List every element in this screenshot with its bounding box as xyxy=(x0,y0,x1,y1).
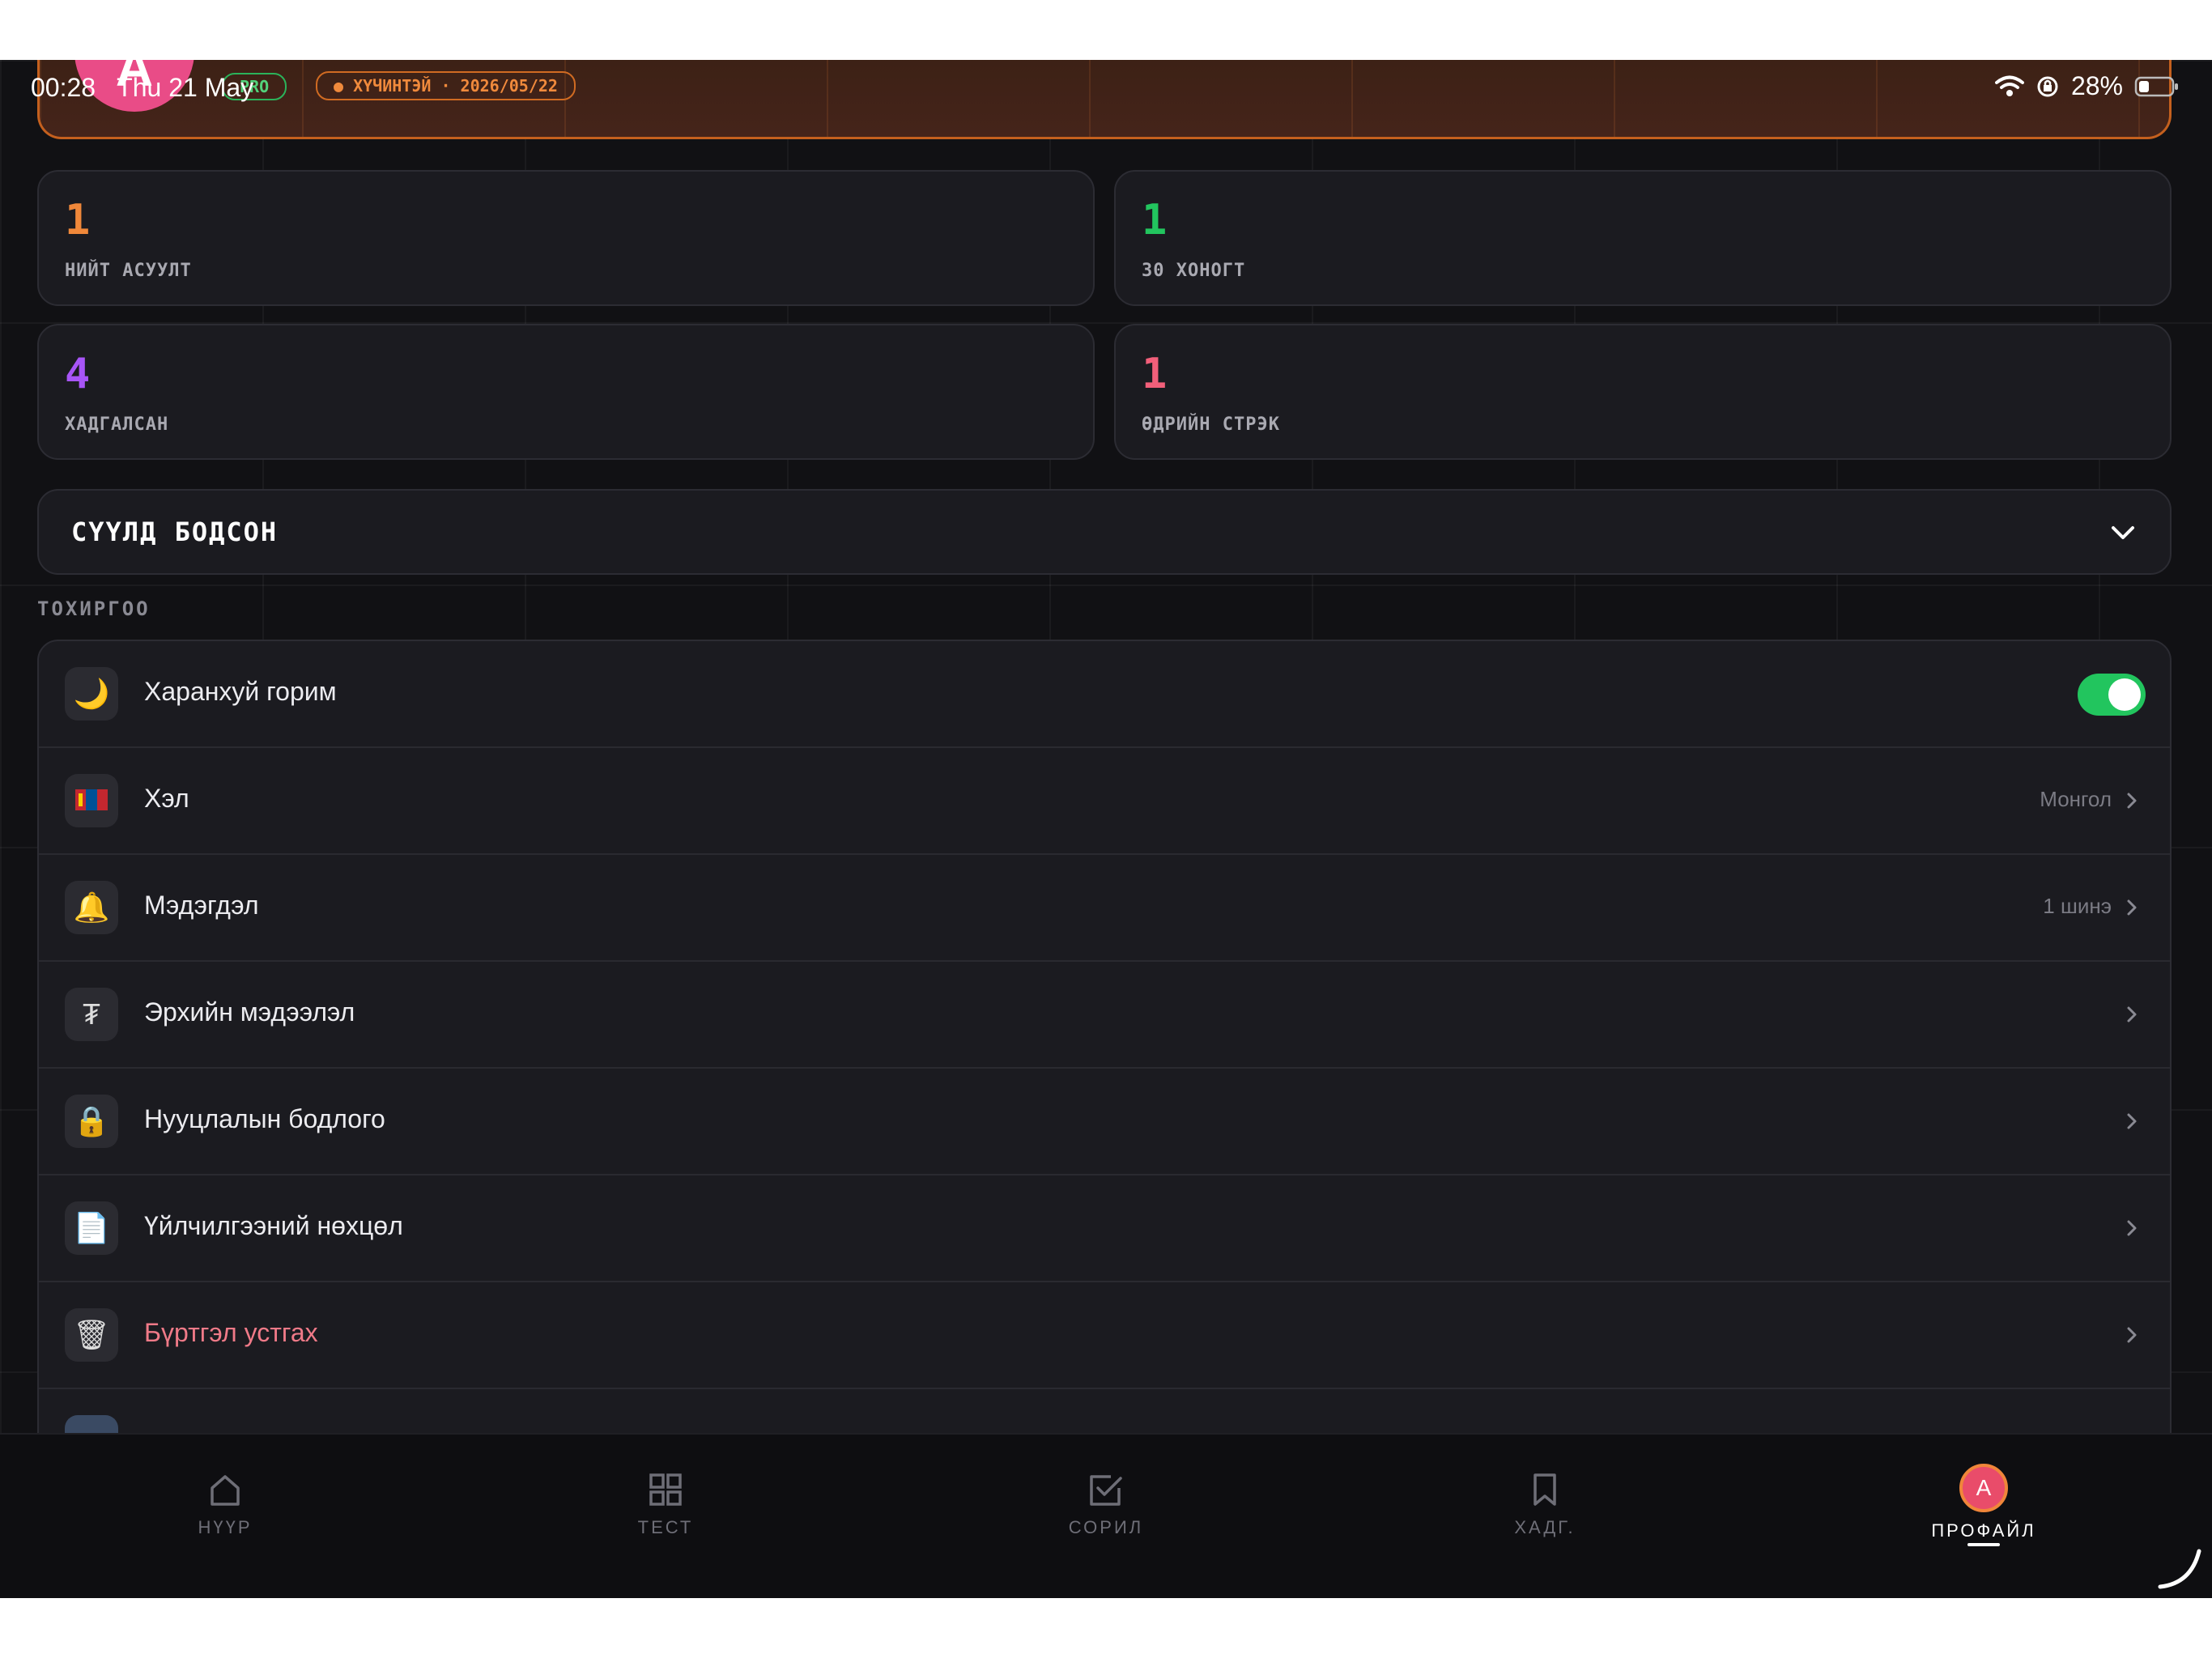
status-time: 00:28 xyxy=(31,73,96,102)
battery-icon xyxy=(2134,76,2178,96)
mongolia-flag-icon xyxy=(75,789,108,810)
toggle-knob xyxy=(2108,678,2141,711)
stat-label: ХАДГАЛСАН xyxy=(65,414,169,435)
stat-value: 1 xyxy=(1142,350,1168,398)
tab-test[interactable]: ТЕСТ xyxy=(585,1470,747,1538)
stat-card-daily-streak: 1 ӨДРИЙН СТРЭК xyxy=(1114,324,2172,460)
chevron-right-icon xyxy=(2127,1220,2137,1236)
chevron-right-icon xyxy=(2127,1006,2137,1022)
tugrik-icon: ₮ xyxy=(65,988,118,1041)
bell-icon: 🔔 xyxy=(65,881,118,934)
row-label: Үйлчилгээний нөхцөл xyxy=(144,1211,403,1240)
row-value: Монгол xyxy=(2040,787,2112,811)
stat-card-30-days: 1 30 ХОНОГТ xyxy=(1114,170,2172,306)
stat-value: 1 xyxy=(65,196,91,244)
subscription-status-badge: ● ХҮЧИНТЭЙ · 2026/05/22 xyxy=(316,71,576,100)
rotation-lock-icon xyxy=(2037,76,2058,96)
flag-icon xyxy=(65,774,118,827)
settings-row-privacy-policy[interactable]: 🔒 Нууцлалын бодлого xyxy=(39,1069,2170,1175)
tab-label: ПРОФАЙЛ xyxy=(1931,1520,2036,1541)
avatar: A xyxy=(1959,1464,2008,1512)
stat-label: 30 ХОНОГТ xyxy=(1142,261,1246,281)
chevron-right-icon xyxy=(2127,793,2137,809)
settings-row-language[interactable]: Хэл Монгол xyxy=(39,748,2170,855)
lock-icon: 🔒 xyxy=(65,1095,118,1148)
settings-row-delete-account[interactable]: 🗑 Бүртгэл устгах xyxy=(39,1282,2170,1389)
tab-profile[interactable]: A ПРОФАЙЛ xyxy=(1903,1464,2065,1541)
chevron-right-icon xyxy=(2127,899,2137,916)
stat-label: НИЙТ АСУУЛТ xyxy=(65,261,192,281)
status-date: Thu 21 May xyxy=(117,73,254,102)
stat-label: ӨДРИЙН СТРЭК xyxy=(1142,414,1280,435)
row-value: 1 шинэ xyxy=(2043,894,2112,918)
dark-mode-toggle[interactable] xyxy=(2078,674,2146,716)
chevron-right-icon xyxy=(2127,1113,2137,1129)
grid-icon xyxy=(649,1473,682,1506)
row-label: Эрхийн мэдээлэл xyxy=(144,997,355,1027)
scroll-indicator-arc xyxy=(2158,1549,2201,1589)
tab-exam[interactable]: СОРИЛ xyxy=(1025,1470,1187,1538)
checkbox-icon xyxy=(1090,1475,1122,1506)
status-bar-left: 00:28 Thu 21 May xyxy=(31,73,253,103)
settings-section-title: ТОХИРГОО xyxy=(37,597,151,620)
recently-solved-section[interactable]: СҮҮЛД БОДСОН xyxy=(37,489,2172,575)
settings-row-terms-of-service[interactable]: 📄 Үйлчилгээний нөхцөл xyxy=(39,1175,2170,1282)
row-label: Харанхуй горим xyxy=(144,677,337,706)
settings-row-dark-mode[interactable]: 🌙 Харанхуй горим xyxy=(39,641,2170,748)
tab-saved[interactable]: ХАДГ. xyxy=(1464,1470,1626,1538)
settings-row-subscription-info[interactable]: ₮ Эрхийн мэдээлэл xyxy=(39,962,2170,1069)
moon-icon: 🌙 xyxy=(65,667,118,721)
settings-row-notifications[interactable]: 🔔 Мэдэгдэл 1 шинэ xyxy=(39,855,2170,962)
bookmark-icon xyxy=(1534,1473,1556,1506)
tab-label: ТЕСТ xyxy=(637,1517,694,1537)
tab-label: НҮҮР xyxy=(198,1517,253,1537)
tab-home[interactable]: НҮҮР xyxy=(144,1470,306,1538)
stat-value: 1 xyxy=(1142,196,1168,244)
row-label: Нууцлалын бодлого xyxy=(144,1104,385,1133)
document-icon: 📄 xyxy=(65,1201,118,1255)
app-screen: A PRO ● ХҮЧИНТЭЙ · 2026/05/22 1 НИЙТ АСУ… xyxy=(0,60,2212,1598)
recently-solved-title: СҮҮЛД БОДСОН xyxy=(71,517,279,547)
wifi-icon xyxy=(1994,75,2024,96)
chevron-right-icon xyxy=(2127,1327,2137,1343)
trash-icon: 🗑 xyxy=(65,1308,118,1362)
stat-card-saved: 4 ХАДГАЛСАН xyxy=(37,324,1095,460)
active-tab-indicator xyxy=(1967,1543,2000,1546)
tab-label: СОРИЛ xyxy=(1068,1517,1144,1537)
home-icon xyxy=(211,1475,240,1506)
chevron-down-icon xyxy=(2112,526,2134,539)
tab-label: ХАДГ. xyxy=(1514,1517,1576,1537)
stat-card-total-questions: 1 НИЙТ АСУУЛТ xyxy=(37,170,1095,306)
bottom-tab-bar: НҮҮР ТЕСТ СОРИЛ ХАДГ. A ПРОФАЙЛ xyxy=(0,1433,2212,1598)
stat-value: 4 xyxy=(65,350,91,398)
row-label: Хэл xyxy=(144,784,189,813)
row-label: Бүртгэл устгах xyxy=(144,1318,318,1347)
battery-percent: 28% xyxy=(2070,71,2123,100)
row-label: Мэдэгдэл xyxy=(144,891,259,920)
status-bar-right: 28% xyxy=(1994,71,2180,101)
